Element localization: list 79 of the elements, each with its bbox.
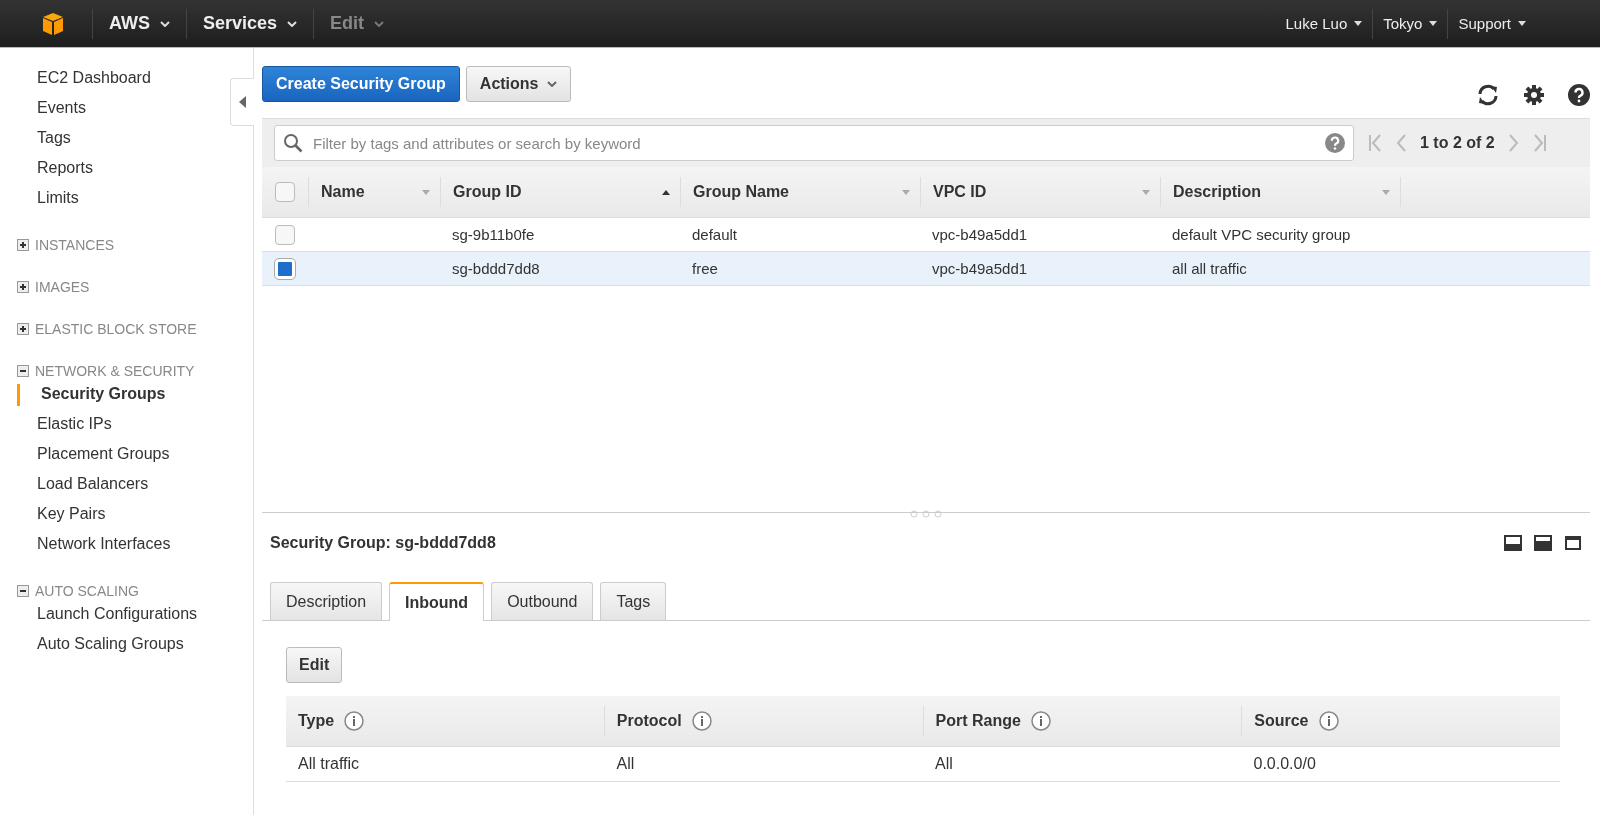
- layout-bottom-icon[interactable]: [1504, 535, 1522, 551]
- collapse-sidebar-button[interactable]: [230, 78, 254, 126]
- edit-button[interactable]: Edit: [286, 647, 343, 683]
- sidebar-link[interactable]: Load Balancers: [0, 474, 149, 504]
- table-cell: free: [692, 260, 718, 277]
- search-field[interactable]: Filter by tags and attributes or search by keyword: [274, 125, 1354, 161]
- layout-half-icon[interactable]: [1534, 535, 1552, 551]
- layout-full-icon[interactable]: [1564, 535, 1582, 551]
- column-header[interactable]: Group Name: [680, 177, 920, 207]
- table-cell: sg-bddd7dd8: [452, 260, 540, 277]
- sidebar-link[interactable]: Key Pairs: [0, 504, 106, 534]
- column-header: Type: [298, 712, 335, 730]
- select-all-checkbox[interactable]: [275, 182, 295, 202]
- tab[interactable]: Outbound: [491, 582, 594, 620]
- sidebar-section-header[interactable]: IMAGES: [0, 260, 90, 300]
- caret-icon: [546, 81, 557, 87]
- table-cell: All traffic: [298, 755, 360, 773]
- caret-icon: [1518, 21, 1526, 26]
- settings-icon[interactable]: [1523, 84, 1545, 106]
- cube-logo-icon[interactable]: [40, 10, 66, 37]
- table-cell: default: [692, 226, 738, 243]
- sidebar-link[interactable]: Security Groups: [17, 384, 166, 406]
- table-cell: all all traffic: [1172, 260, 1247, 277]
- info-icon[interactable]: [344, 711, 365, 731]
- row-checkbox[interactable]: [275, 224, 295, 245]
- info-icon[interactable]: [1318, 711, 1339, 731]
- table-cell: default VPC security group: [1172, 226, 1351, 243]
- column-header[interactable]: Group ID: [440, 177, 680, 207]
- caret-icon: [374, 20, 385, 27]
- info-icon[interactable]: [1030, 711, 1051, 731]
- table-cell: All: [935, 755, 953, 773]
- sidebar-link[interactable]: EC2 Dashboard: [0, 68, 151, 98]
- sidebar-section-header[interactable]: AUTO SCALING: [0, 564, 139, 604]
- help-icon[interactable]: [1568, 84, 1590, 106]
- caret-icon: [160, 20, 170, 27]
- sidebar-section-header[interactable]: ELASTIC BLOCK STORE: [0, 302, 197, 342]
- pagination-text: 1 to 2 of 2: [1420, 134, 1495, 152]
- column-header[interactable]: Name: [308, 177, 440, 207]
- table-row[interactable]: sg-bddd7dd8 free vpc-b49a5dd1 all all traffic: [262, 252, 1590, 286]
- column-header: Port Range: [935, 712, 1021, 730]
- table-cell: sg-9b11b0fe: [452, 226, 535, 243]
- sidebar-link[interactable]: Launch Configurations: [0, 604, 198, 634]
- table-cell: vpc-b49a5dd1: [932, 260, 1028, 277]
- sidebar-link[interactable]: Auto Scaling Groups: [0, 634, 184, 664]
- create-security-group-button[interactable]: Create Security Group: [262, 66, 460, 102]
- nav-menu-button[interactable]: Luke Luo: [1275, 8, 1374, 39]
- table-cell: All: [616, 755, 635, 773]
- resize-handle-icon[interactable]: [910, 510, 942, 518]
- tab[interactable]: Inbound: [389, 582, 485, 621]
- sidebar-link[interactable]: Network Interfaces: [0, 534, 171, 564]
- detail-title: Security Group: sg-bddd7dd8: [270, 534, 496, 552]
- sidebar-section-header[interactable]: NETWORK & SECURITY: [0, 344, 195, 384]
- column-header[interactable]: VPC ID: [920, 177, 1160, 207]
- info-icon[interactable]: [691, 711, 712, 731]
- refresh-icon[interactable]: [1476, 84, 1500, 106]
- actions-dropdown-button[interactable]: Actions: [465, 66, 571, 102]
- nav-menu-button[interactable]: Support: [1448, 8, 1536, 39]
- tab[interactable]: Description: [270, 582, 383, 620]
- sidebar-section-header[interactable]: INSTANCES: [0, 218, 115, 258]
- search-icon: [283, 133, 303, 153]
- column-header: Protocol: [616, 712, 682, 730]
- column-header[interactable]: Description: [1160, 177, 1400, 207]
- nav-menu-button[interactable]: Services: [187, 8, 315, 39]
- nav-menu-button[interactable]: Tokyo: [1373, 8, 1449, 39]
- nav-menu-button[interactable]: AWS: [93, 8, 187, 39]
- sidebar-link[interactable]: Tags: [0, 128, 71, 158]
- sidebar-link[interactable]: Limits: [0, 188, 79, 218]
- table-cell: 0.0.0.0/0: [1253, 755, 1316, 773]
- sidebar-link[interactable]: Elastic IPs: [0, 414, 112, 444]
- sidebar-link[interactable]: Events: [0, 98, 86, 128]
- caret-icon: [287, 20, 298, 27]
- caret-icon: [1429, 21, 1438, 26]
- tab[interactable]: Tags: [600, 582, 667, 620]
- caret-icon: [1354, 21, 1363, 26]
- table-cell: vpc-b49a5dd1: [932, 226, 1028, 243]
- column-header: Source: [1254, 712, 1309, 730]
- caret-icon: [238, 96, 247, 108]
- sidebar-link[interactable]: Placement Groups: [0, 444, 170, 474]
- sidebar-link[interactable]: Reports: [0, 158, 94, 188]
